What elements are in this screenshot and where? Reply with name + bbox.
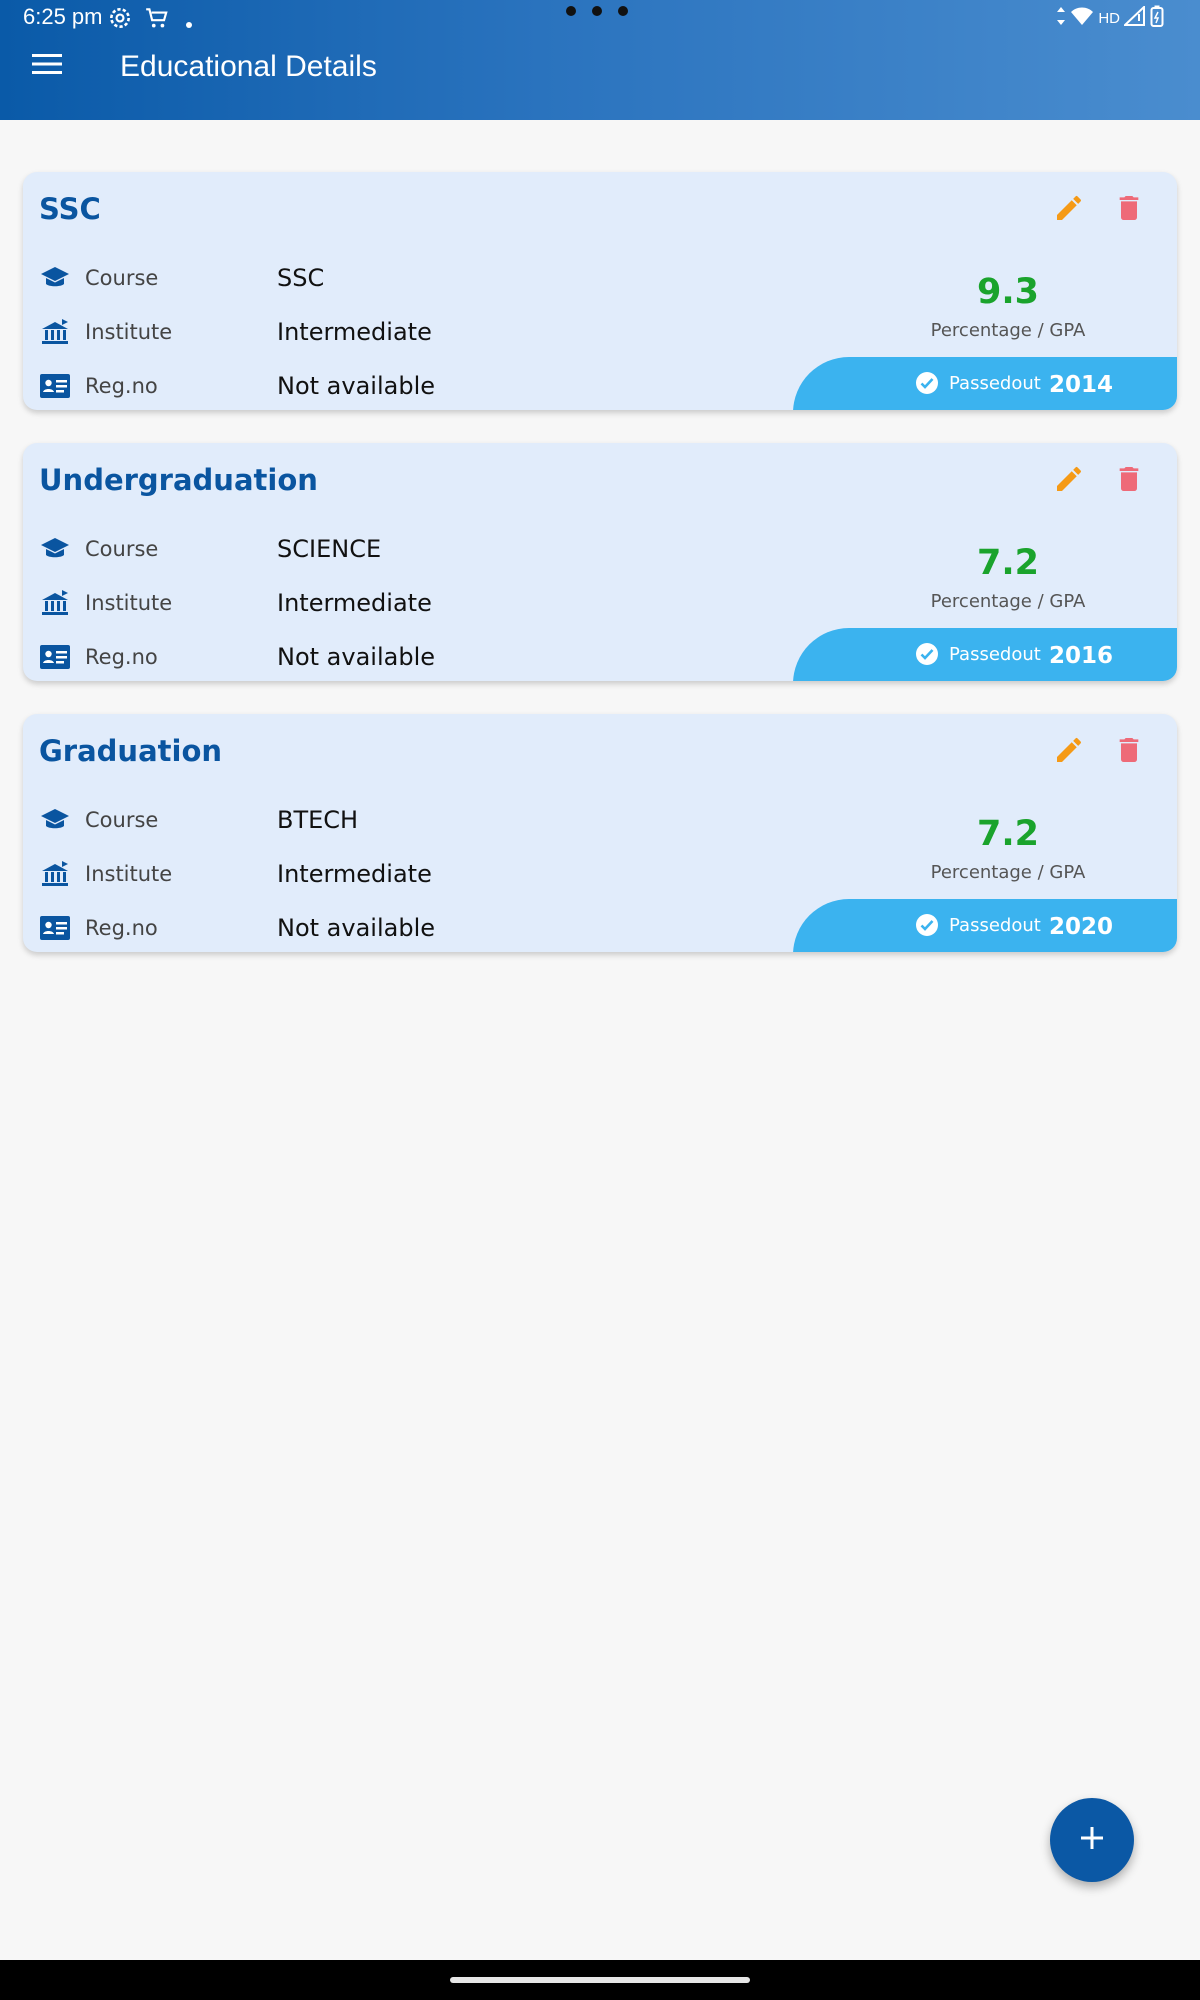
gpa-value: 7.2 xyxy=(976,543,1039,583)
delete-icon xyxy=(1113,738,1145,770)
settings-icon xyxy=(107,5,133,35)
institute-value: Intermediate xyxy=(277,589,432,617)
institute-label: Institute xyxy=(85,862,173,886)
passed-year: 2016 xyxy=(1049,643,1114,669)
passed-label: Passedout xyxy=(949,373,1041,394)
institute-row: Institute Intermediate xyxy=(39,314,432,350)
delete-icon xyxy=(1113,467,1145,499)
reg-no-value: Not available xyxy=(277,643,436,671)
add-education-button[interactable] xyxy=(1050,1798,1134,1882)
signal-icon xyxy=(1122,4,1146,30)
gpa-label: Percentage / GPA xyxy=(930,862,1086,883)
gpa-value: 7.2 xyxy=(976,814,1039,854)
course-label: Course xyxy=(85,808,159,832)
course-value: BTECH xyxy=(277,806,359,834)
institute-value: Intermediate xyxy=(277,860,432,888)
passed-badge: Passedout 2014 xyxy=(793,357,1177,410)
passed-label: Passedout xyxy=(949,915,1041,936)
gpa-label: Percentage / GPA xyxy=(930,320,1086,341)
edit-icon xyxy=(1053,737,1085,770)
institute-icon xyxy=(39,858,71,890)
reg-no-label: Reg.no xyxy=(85,374,158,398)
reg-no-label: Reg.no xyxy=(85,645,158,669)
gpa-value: 9.3 xyxy=(976,272,1039,312)
id-card-icon xyxy=(39,641,71,673)
passed-year: 2020 xyxy=(1049,914,1114,940)
reg-no-row: Reg.no Not available xyxy=(39,910,435,946)
notification-dot-icon xyxy=(185,14,193,33)
course-value: SCIENCE xyxy=(277,535,382,563)
page-title: Educational Details xyxy=(120,50,377,83)
menu-icon xyxy=(32,54,62,80)
add-icon xyxy=(1078,1824,1106,1856)
institute-label: Institute xyxy=(85,320,173,344)
passed-year: 2014 xyxy=(1049,372,1114,398)
check-circle-icon xyxy=(915,642,939,670)
course-row: Course BTECH xyxy=(39,802,358,838)
battery-icon xyxy=(1150,5,1164,31)
status-time: 6:25 pm xyxy=(23,4,103,29)
reg-no-value: Not available xyxy=(277,914,436,942)
data-arrows-icon xyxy=(1056,6,1066,30)
course-row: Course SSC xyxy=(39,260,324,296)
card-title: SSC xyxy=(39,192,101,226)
edit-button[interactable] xyxy=(1053,734,1093,774)
passed-label: Passedout xyxy=(949,644,1041,665)
institute-icon xyxy=(39,587,71,619)
institute-icon xyxy=(39,316,71,348)
card-title: Graduation xyxy=(39,734,223,768)
graduation-cap-icon xyxy=(39,804,71,836)
app-bar: 6:25 pm HD Educational Details xyxy=(0,0,1200,120)
education-card: Graduation Course BTECH Institute Interm… xyxy=(23,714,1177,952)
graduation-cap-icon xyxy=(39,533,71,565)
education-card: Undergraduation Course SCIENCE Institute… xyxy=(23,443,1177,681)
reg-no-row: Reg.no Not available xyxy=(39,368,435,404)
check-circle-icon xyxy=(915,913,939,941)
menu-button[interactable] xyxy=(32,52,76,80)
network-type: HD xyxy=(1098,9,1120,27)
passed-badge: Passedout 2016 xyxy=(793,628,1177,681)
passed-badge: Passedout 2020 xyxy=(793,899,1177,952)
course-value: SSC xyxy=(277,264,325,292)
delete-button[interactable] xyxy=(1113,734,1153,774)
id-card-icon xyxy=(39,370,71,402)
institute-label: Institute xyxy=(85,591,173,615)
wifi-icon xyxy=(1070,6,1094,30)
edit-button[interactable] xyxy=(1053,463,1093,503)
course-label: Course xyxy=(85,266,159,290)
gpa-label: Percentage / GPA xyxy=(930,591,1086,612)
institute-row: Institute Intermediate xyxy=(39,585,432,621)
system-status-icons: HD xyxy=(1056,4,1164,31)
home-gesture-handle[interactable] xyxy=(450,1977,750,1983)
institute-value: Intermediate xyxy=(277,318,432,346)
edit-button[interactable] xyxy=(1053,192,1093,232)
id-card-icon xyxy=(39,912,71,944)
cart-icon xyxy=(144,5,170,35)
card-title: Undergraduation xyxy=(39,463,318,497)
reg-no-value: Not available xyxy=(277,372,436,400)
status-bar: 6:25 pm HD xyxy=(0,0,1200,36)
navigation-bar xyxy=(0,1960,1200,2000)
institute-row: Institute Intermediate xyxy=(39,856,432,892)
edit-icon xyxy=(1053,466,1085,499)
reg-no-row: Reg.no Not available xyxy=(39,639,435,675)
course-row: Course SCIENCE xyxy=(39,531,381,567)
check-circle-icon xyxy=(915,371,939,399)
delete-button[interactable] xyxy=(1113,463,1153,503)
delete-icon xyxy=(1113,196,1145,228)
edit-icon xyxy=(1053,195,1085,228)
camera-dots-icon xyxy=(566,6,628,16)
delete-button[interactable] xyxy=(1113,192,1153,232)
reg-no-label: Reg.no xyxy=(85,916,158,940)
education-card: SSC Course SSC Institute Intermediate Re… xyxy=(23,172,1177,410)
course-label: Course xyxy=(85,537,159,561)
graduation-cap-icon xyxy=(39,262,71,294)
